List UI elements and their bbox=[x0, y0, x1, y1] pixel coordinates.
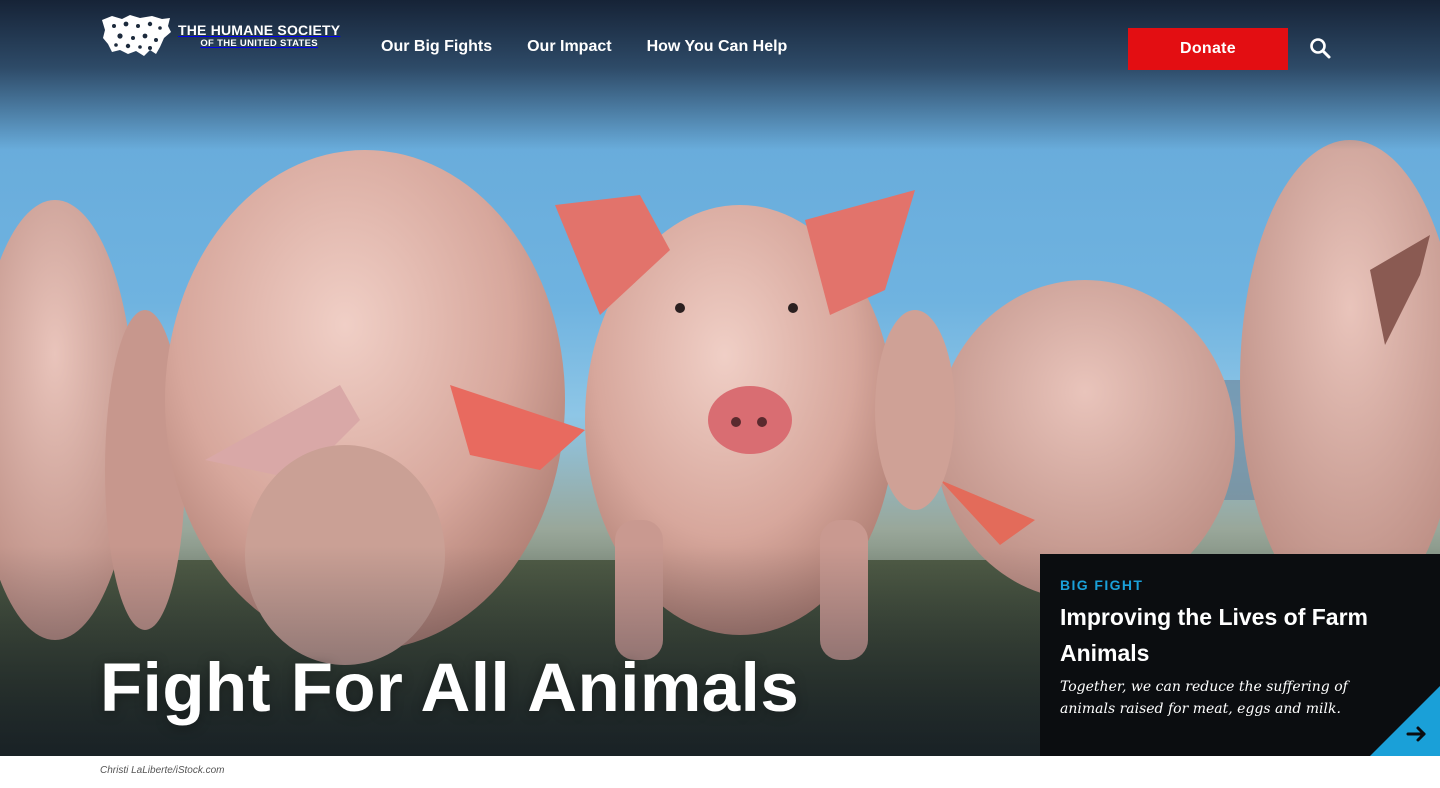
arrow-right-icon[interactable] bbox=[1370, 686, 1440, 756]
feature-card[interactable]: BIG FIGHT Improving the Lives of Farm An… bbox=[1040, 554, 1440, 756]
site-logo[interactable]: THE HUMANE SOCIETY OF THE UNITED STATES bbox=[100, 14, 340, 58]
card-title: Improving the Lives of Farm Animals bbox=[1060, 604, 1368, 666]
main-nav: Our Big Fights Our Impact How You Can He… bbox=[381, 38, 787, 56]
donate-button[interactable]: Donate bbox=[1128, 28, 1288, 70]
nav-our-impact[interactable]: Our Impact bbox=[527, 38, 611, 56]
card-eyebrow: BIG FIGHT bbox=[1060, 577, 1144, 593]
hero-headline: Fight For All Animals bbox=[100, 649, 800, 726]
card-description: Together, we can reduce the suffering of… bbox=[1060, 679, 1348, 717]
logo-line-1: THE HUMANE SOCIETY bbox=[178, 22, 341, 38]
logo-wordmark: THE HUMANE SOCIETY OF THE UNITED STATES bbox=[178, 22, 340, 50]
nav-how-you-can-help[interactable]: How You Can Help bbox=[647, 38, 788, 56]
search-icon[interactable] bbox=[1308, 36, 1332, 60]
photo-credit: Christi LaLiberte/iStock.com bbox=[100, 765, 225, 776]
nav-our-big-fights[interactable]: Our Big Fights bbox=[381, 38, 492, 56]
animals-usa-map-icon bbox=[102, 15, 171, 56]
logo-line-2: OF THE UNITED STATES bbox=[200, 38, 318, 49]
